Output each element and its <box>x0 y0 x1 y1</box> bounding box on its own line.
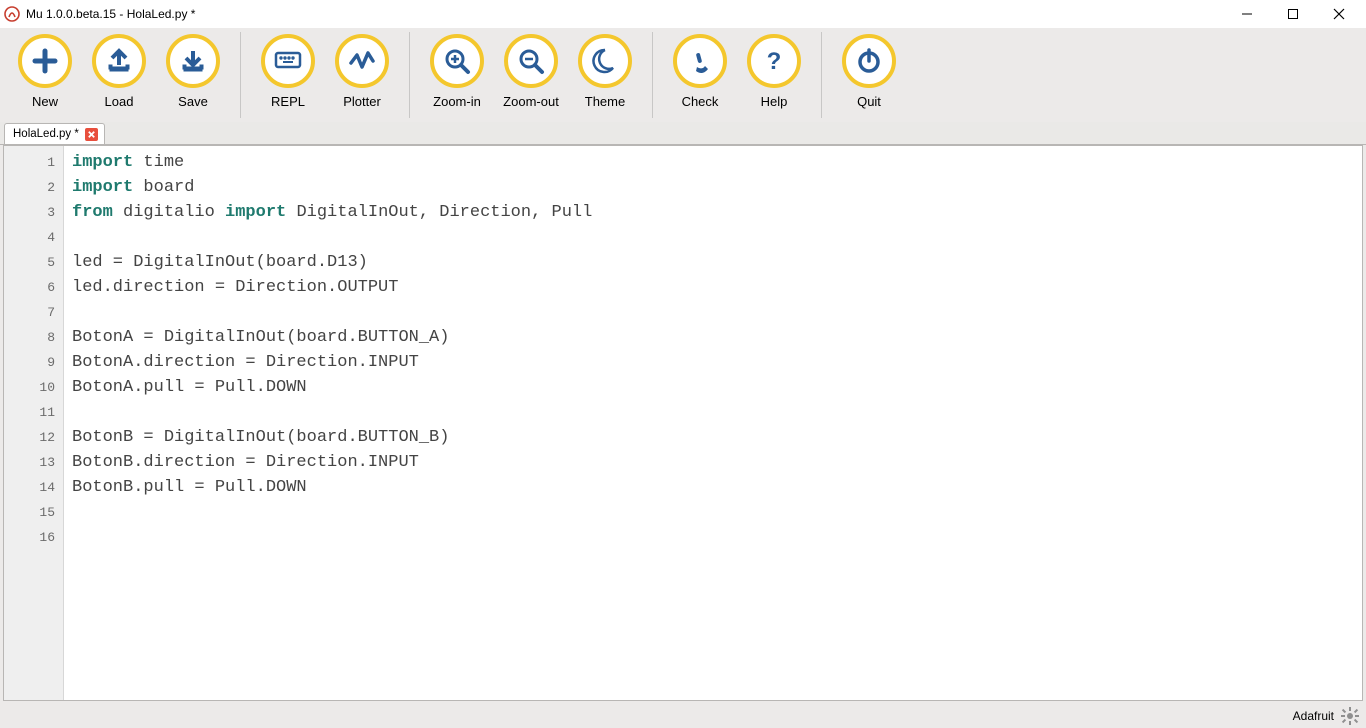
title-bar: Mu 1.0.0.beta.15 - HolaLed.py * <box>0 0 1366 28</box>
load-label: Load <box>105 94 134 109</box>
check-button[interactable]: Check <box>667 32 733 118</box>
tab-row: HolaLed.py * <box>0 122 1366 145</box>
check-icon <box>673 34 727 88</box>
theme-label: Theme <box>585 94 625 109</box>
line-number: 3 <box>4 200 63 225</box>
code-line[interactable]: BotonA.pull = Pull.DOWN <box>72 375 1362 400</box>
line-number: 5 <box>4 250 63 275</box>
theme-button[interactable]: Theme <box>572 32 638 118</box>
code-line[interactable] <box>72 300 1362 325</box>
minimize-button[interactable] <box>1224 0 1270 28</box>
save-button[interactable]: Save <box>160 32 226 118</box>
gutter: 12345678910111213141516 <box>4 146 64 700</box>
check-label: Check <box>682 94 719 109</box>
line-number: 9 <box>4 350 63 375</box>
toolbar: New Load Save REPL Plotter Zoom-in Zoom-out The… <box>0 28 1366 122</box>
line-number: 2 <box>4 175 63 200</box>
code-line[interactable]: import time <box>72 150 1362 175</box>
theme-icon <box>578 34 632 88</box>
quit-icon <box>842 34 896 88</box>
editor[interactable]: 12345678910111213141516 import timeimpor… <box>3 145 1363 701</box>
load-button[interactable]: Load <box>86 32 152 118</box>
zoomout-label: Zoom-out <box>503 94 559 109</box>
tab-label: HolaLed.py * <box>13 128 79 140</box>
repl-button[interactable]: REPL <box>255 32 321 118</box>
code-area[interactable]: import timeimport boardfrom digitalio im… <box>64 146 1362 700</box>
code-line[interactable]: BotonB.pull = Pull.DOWN <box>72 475 1362 500</box>
help-icon <box>747 34 801 88</box>
line-number: 16 <box>4 525 63 550</box>
status-mode: Adafruit <box>1293 709 1334 723</box>
plotter-button[interactable]: Plotter <box>329 32 395 118</box>
code-line[interactable] <box>72 525 1362 550</box>
line-number: 6 <box>4 275 63 300</box>
help-button[interactable]: Help <box>741 32 807 118</box>
line-number: 11 <box>4 400 63 425</box>
new-label: New <box>32 94 58 109</box>
line-number: 12 <box>4 425 63 450</box>
load-icon <box>92 34 146 88</box>
line-number: 7 <box>4 300 63 325</box>
repl-icon <box>261 34 315 88</box>
quit-label: Quit <box>857 94 881 109</box>
plotter-label: Plotter <box>343 94 381 109</box>
line-number: 14 <box>4 475 63 500</box>
repl-label: REPL <box>271 94 305 109</box>
window-title: Mu 1.0.0.beta.15 - HolaLed.py * <box>26 7 195 21</box>
plotter-icon <box>335 34 389 88</box>
window-controls <box>1224 0 1362 28</box>
code-line[interactable]: led.direction = Direction.OUTPUT <box>72 275 1362 300</box>
code-line[interactable]: BotonA.direction = Direction.INPUT <box>72 350 1362 375</box>
zoomin-label: Zoom-in <box>433 94 481 109</box>
maximize-button[interactable] <box>1270 0 1316 28</box>
tab-file[interactable]: HolaLed.py * <box>4 123 105 144</box>
code-line[interactable]: from digitalio import DigitalInOut, Dire… <box>72 200 1362 225</box>
line-number: 13 <box>4 450 63 475</box>
help-label: Help <box>761 94 788 109</box>
save-icon <box>166 34 220 88</box>
quit-button[interactable]: Quit <box>836 32 902 118</box>
app-icon <box>4 6 20 22</box>
code-line[interactable]: BotonB.direction = Direction.INPUT <box>72 450 1362 475</box>
zoomin-icon <box>430 34 484 88</box>
code-line[interactable]: import board <box>72 175 1362 200</box>
code-line[interactable] <box>72 225 1362 250</box>
code-line[interactable]: led = DigitalInOut(board.D13) <box>72 250 1362 275</box>
close-button[interactable] <box>1316 0 1362 28</box>
zoomout-icon <box>504 34 558 88</box>
gear-icon[interactable] <box>1340 706 1360 726</box>
line-number: 8 <box>4 325 63 350</box>
save-label: Save <box>178 94 208 109</box>
line-number: 10 <box>4 375 63 400</box>
code-line[interactable]: BotonB = DigitalInOut(board.BUTTON_B) <box>72 425 1362 450</box>
line-number: 1 <box>4 150 63 175</box>
code-line[interactable] <box>72 500 1362 525</box>
code-line[interactable]: BotonA = DigitalInOut(board.BUTTON_A) <box>72 325 1362 350</box>
line-number: 4 <box>4 225 63 250</box>
code-line[interactable] <box>72 400 1362 425</box>
new-icon <box>18 34 72 88</box>
tab-close-icon[interactable] <box>85 128 98 141</box>
status-bar: Adafruit <box>0 704 1366 728</box>
new-button[interactable]: New <box>12 32 78 118</box>
zoomin-button[interactable]: Zoom-in <box>424 32 490 118</box>
line-number: 15 <box>4 500 63 525</box>
zoomout-button[interactable]: Zoom-out <box>498 32 564 118</box>
